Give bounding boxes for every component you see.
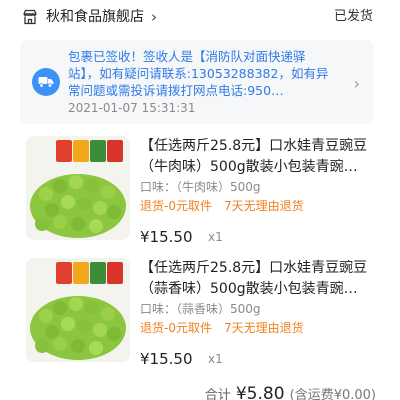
order-status: 已发货 bbox=[333, 9, 373, 24]
seven-day-tag: 7天无理由退货 bbox=[223, 321, 304, 335]
return-tag: 退货-0元取件 bbox=[140, 199, 212, 213]
order-total: 合计 ¥5.80 (含运费¥0.00) bbox=[205, 384, 376, 400]
product-quantity: x1 bbox=[208, 352, 223, 366]
total-freight: (含运费¥0.00) bbox=[289, 388, 376, 400]
return-tag: 退货-0元取件 bbox=[140, 321, 212, 335]
logistics-timestamp: 2021-01-07 15:31:31 bbox=[68, 101, 196, 115]
truck-icon bbox=[32, 68, 60, 96]
store-name[interactable]: 秋和食品旗舰店 bbox=[46, 8, 144, 26]
total-label: 合计 bbox=[204, 388, 231, 400]
seven-day-tag: 7天无理由退货 bbox=[223, 199, 304, 213]
product-spec: 口味：（蒜香味）500g bbox=[140, 302, 261, 316]
order-card: 秋和食品旗舰店 › 已发货 包裹已签收！签收人是【消防队对面快递驿站】，如有疑问… bbox=[0, 0, 400, 400]
service-tags: 退货-0元取件 7天无理由退货 bbox=[140, 199, 316, 214]
total-amount: ¥5.80 bbox=[235, 384, 285, 400]
product-title[interactable]: 【任选两斤25.8元】口水娃青豆豌豆（蒜香味）500g散装小包装青豌… bbox=[140, 258, 380, 300]
logistics-status-text: 包裹已签收！签收人是【消防队对面快递驿站】，如有疑问请联系:1305328838… bbox=[68, 49, 329, 98]
product-item[interactable]: 【任选两斤25.8元】口水娃青豆豌豆（蒜香味）500g散装小包装青豌… 口味：（… bbox=[0, 258, 400, 378]
product-price: ¥15.50 bbox=[140, 228, 193, 246]
product-image[interactable] bbox=[26, 136, 130, 240]
product-spec: 口味：（牛肉味）500g bbox=[140, 180, 261, 194]
chevron-right-icon: › bbox=[353, 74, 360, 93]
service-tags: 退货-0元取件 7天无理由退货 bbox=[140, 321, 316, 336]
product-image[interactable] bbox=[26, 258, 130, 362]
store-icon bbox=[22, 9, 38, 25]
product-title[interactable]: 【任选两斤25.8元】口水娃青豆豌豆（牛肉味）500g散装小包装青豌… bbox=[140, 136, 380, 178]
product-quantity: x1 bbox=[208, 230, 223, 244]
store-header[interactable]: 秋和食品旗舰店 › 已发货 bbox=[0, 0, 400, 34]
product-price: ¥15.50 bbox=[140, 350, 193, 368]
product-item[interactable]: 【任选两斤25.8元】口水娃青豆豌豆（牛肉味）500g散装小包装青豌… 口味：（… bbox=[0, 136, 400, 256]
logistics-panel[interactable]: 包裹已签收！签收人是【消防队对面快递驿站】，如有疑问请联系:1305328838… bbox=[20, 40, 374, 124]
chevron-right-icon: › bbox=[151, 8, 157, 26]
